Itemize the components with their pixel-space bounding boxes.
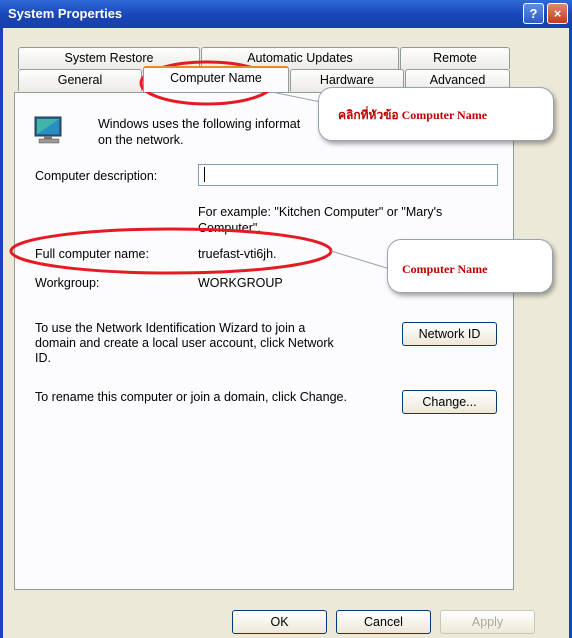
- highlight-ellipse-full-name: [9, 227, 333, 275]
- callout-click-tab-text: คลิกที่หัวข้อ Computer Name: [338, 108, 488, 122]
- tab-computer-name[interactable]: Computer Name: [143, 66, 289, 92]
- callout2-pointer: [330, 250, 391, 270]
- callout-computer-name-text: Computer Name: [402, 262, 488, 276]
